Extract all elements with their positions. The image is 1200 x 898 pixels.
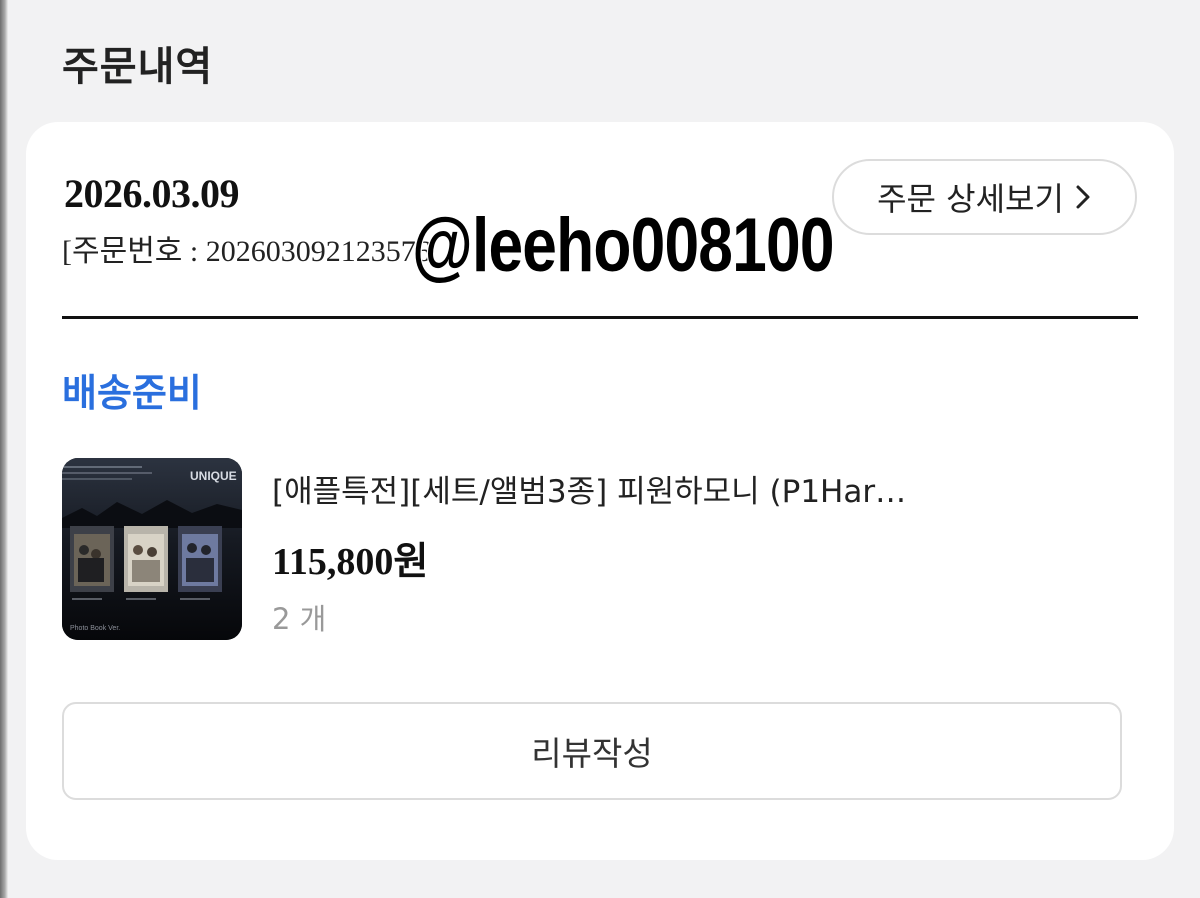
order-card: 2026.03.09 [주문번호 : 202603092123576 주문 상세… bbox=[26, 122, 1174, 860]
order-date: 2026.03.09 bbox=[64, 171, 240, 216]
write-review-button[interactable]: 리뷰작성 bbox=[62, 702, 1122, 800]
write-review-button-label: 리뷰작성 bbox=[531, 734, 653, 773]
chevron-right-icon bbox=[1074, 183, 1092, 211]
product-quantity: 2 개 bbox=[272, 602, 327, 636]
delivery-status: 배송준비 bbox=[62, 371, 202, 415]
page-title: 주문내역 bbox=[62, 44, 214, 90]
watermark-overlay: @leeho008100 bbox=[411, 203, 836, 288]
screen-edge-shadow bbox=[0, 0, 8, 898]
product-name[interactable]: [애플특전][세트/앨범3종] 피원하모니 (P1Har… bbox=[272, 466, 906, 511]
order-number: [주문번호 : 202603092123576 bbox=[62, 235, 431, 268]
order-detail-button[interactable]: 주문 상세보기 bbox=[832, 159, 1137, 235]
order-detail-button-label: 주문 상세보기 bbox=[877, 180, 1064, 218]
divider bbox=[62, 316, 1138, 319]
product-price: 115,800원 bbox=[272, 541, 429, 583]
product-thumbnail[interactable]: UNIQUE Photo Book Ver. bbox=[62, 458, 242, 640]
thumbnail-footer-text: Photo Book Ver. bbox=[70, 625, 120, 632]
thumbnail-brand-text: UNIQUE bbox=[190, 469, 237, 483]
